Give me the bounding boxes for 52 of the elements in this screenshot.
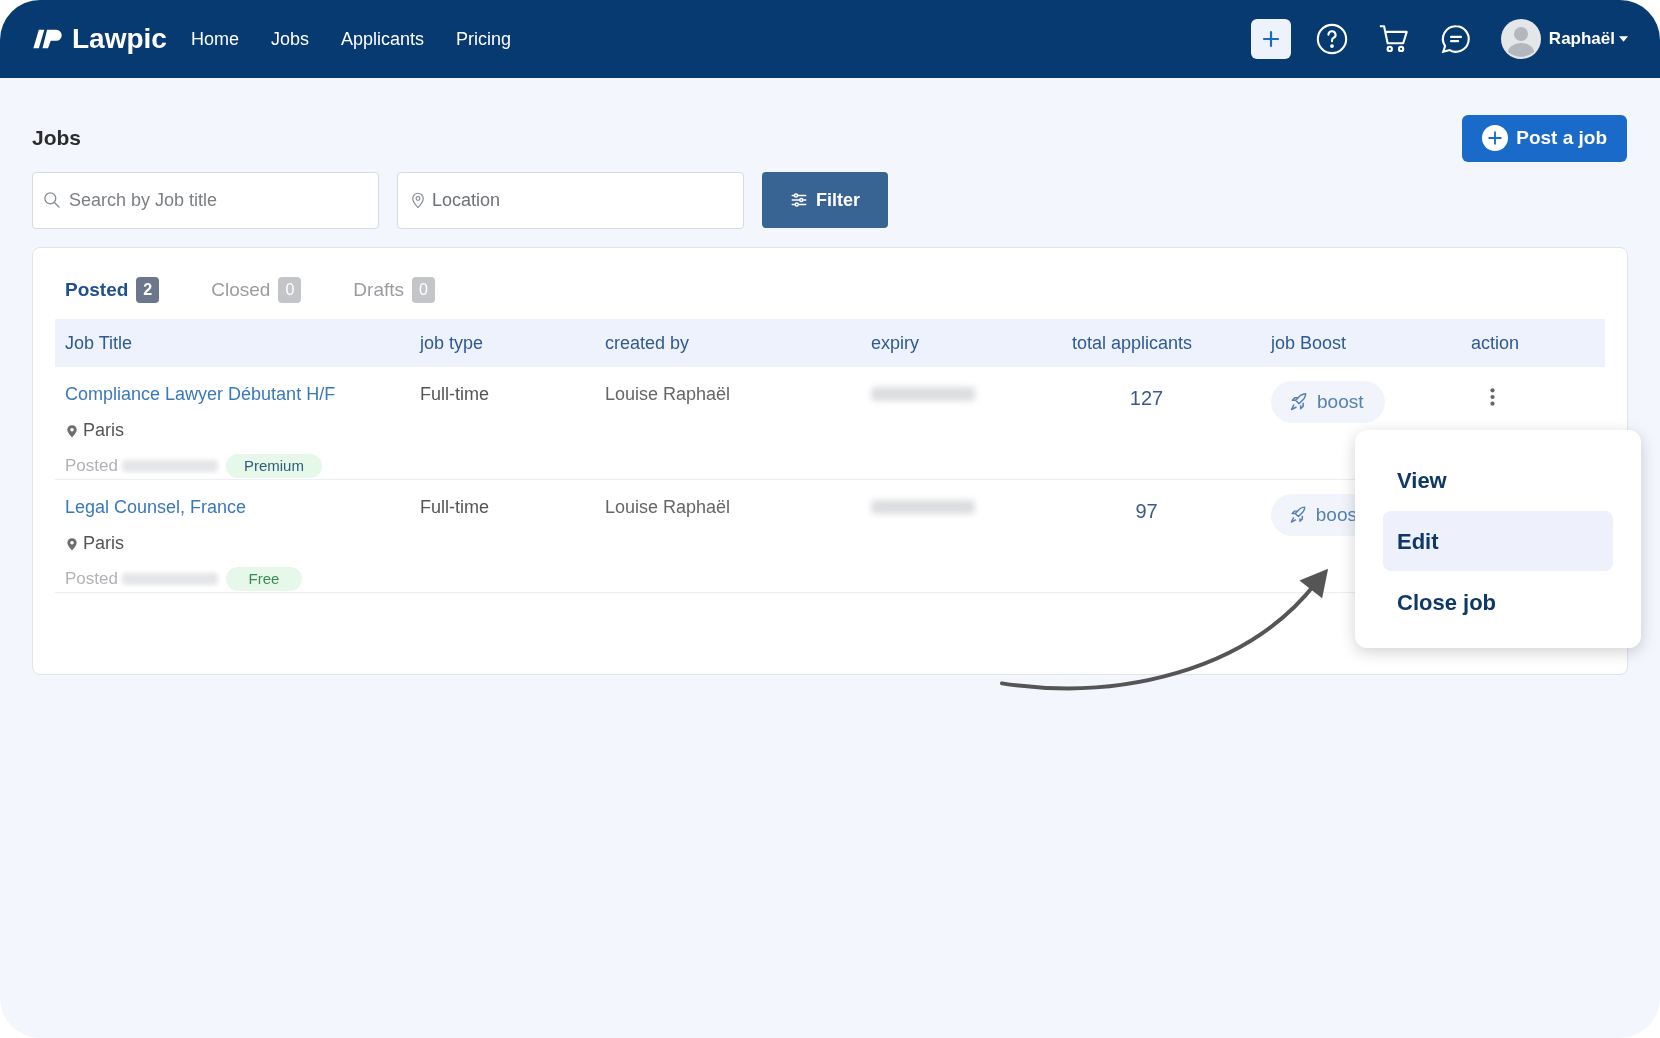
page-title: Jobs bbox=[32, 125, 81, 152]
count-badge: 2 bbox=[136, 277, 160, 303]
post-job-button[interactable]: Post a job bbox=[1462, 114, 1627, 162]
menu-item[interactable]: Edit bbox=[1383, 511, 1613, 571]
job-title-link[interactable]: Compliance Lawyer Débutant H/F bbox=[65, 381, 410, 408]
column-header: Job Title bbox=[64, 331, 134, 355]
column-header: job type bbox=[418, 331, 485, 355]
job-location: Paris bbox=[83, 419, 124, 442]
boost-button[interactable]: boost bbox=[1271, 381, 1385, 423]
logo-icon bbox=[32, 28, 64, 50]
count-badge: 0 bbox=[278, 277, 302, 303]
applicant-count: 97 bbox=[1134, 499, 1159, 524]
column-header: total applicants bbox=[1071, 331, 1194, 355]
nav-link[interactable]: Applicants bbox=[340, 25, 425, 53]
job-title-link[interactable]: Legal Counsel, France bbox=[65, 494, 410, 521]
location-pin-icon bbox=[65, 422, 79, 439]
plan-badge: Premium bbox=[225, 453, 322, 478]
location-pin-icon bbox=[409, 190, 427, 210]
filter-button[interactable]: Filter bbox=[762, 172, 888, 228]
add-button[interactable] bbox=[1250, 19, 1291, 59]
job-type: Full-time bbox=[419, 496, 490, 519]
column-header: created by bbox=[604, 331, 691, 355]
search-field[interactable]: Search by Job title bbox=[32, 172, 379, 229]
column-header: job Boost bbox=[1269, 331, 1348, 355]
created-by: Louise Raphaël bbox=[604, 496, 732, 519]
posted-label: Posted bbox=[65, 455, 118, 477]
job-type: Full-time bbox=[419, 383, 490, 406]
job-location: Paris bbox=[83, 532, 124, 555]
location-field[interactable]: Location bbox=[397, 172, 744, 229]
rocket-icon bbox=[1289, 392, 1309, 412]
nav-link[interactable]: Pricing bbox=[456, 25, 512, 53]
boost-button[interactable]: boos bbox=[1271, 494, 1357, 536]
plan-badge: Free bbox=[225, 566, 302, 591]
column-header: action bbox=[1470, 331, 1521, 355]
nav-link[interactable]: Jobs bbox=[270, 25, 309, 53]
nav-link[interactable]: Home bbox=[190, 25, 239, 53]
location-pin-icon bbox=[65, 535, 79, 552]
caret-icon[interactable] bbox=[1619, 36, 1628, 42]
posted-label: Posted bbox=[65, 568, 118, 590]
count-badge: 0 bbox=[412, 277, 435, 303]
sliders-icon bbox=[790, 191, 808, 209]
more-icon[interactable] bbox=[1490, 387, 1495, 407]
brand-name[interactable]: Lawpic bbox=[72, 18, 167, 60]
tab[interactable]: Posted 2 bbox=[65, 275, 160, 305]
search-icon bbox=[42, 190, 62, 210]
column-header: expiry bbox=[870, 331, 920, 355]
applicant-count: 127 bbox=[1128, 386, 1165, 411]
created-by: Louise Raphaël bbox=[604, 383, 732, 406]
user-name[interactable]: Raphaël bbox=[1548, 26, 1615, 52]
help-icon[interactable] bbox=[1314, 22, 1349, 56]
rocket-icon bbox=[1289, 505, 1308, 525]
avatar-icon[interactable] bbox=[1500, 19, 1541, 59]
